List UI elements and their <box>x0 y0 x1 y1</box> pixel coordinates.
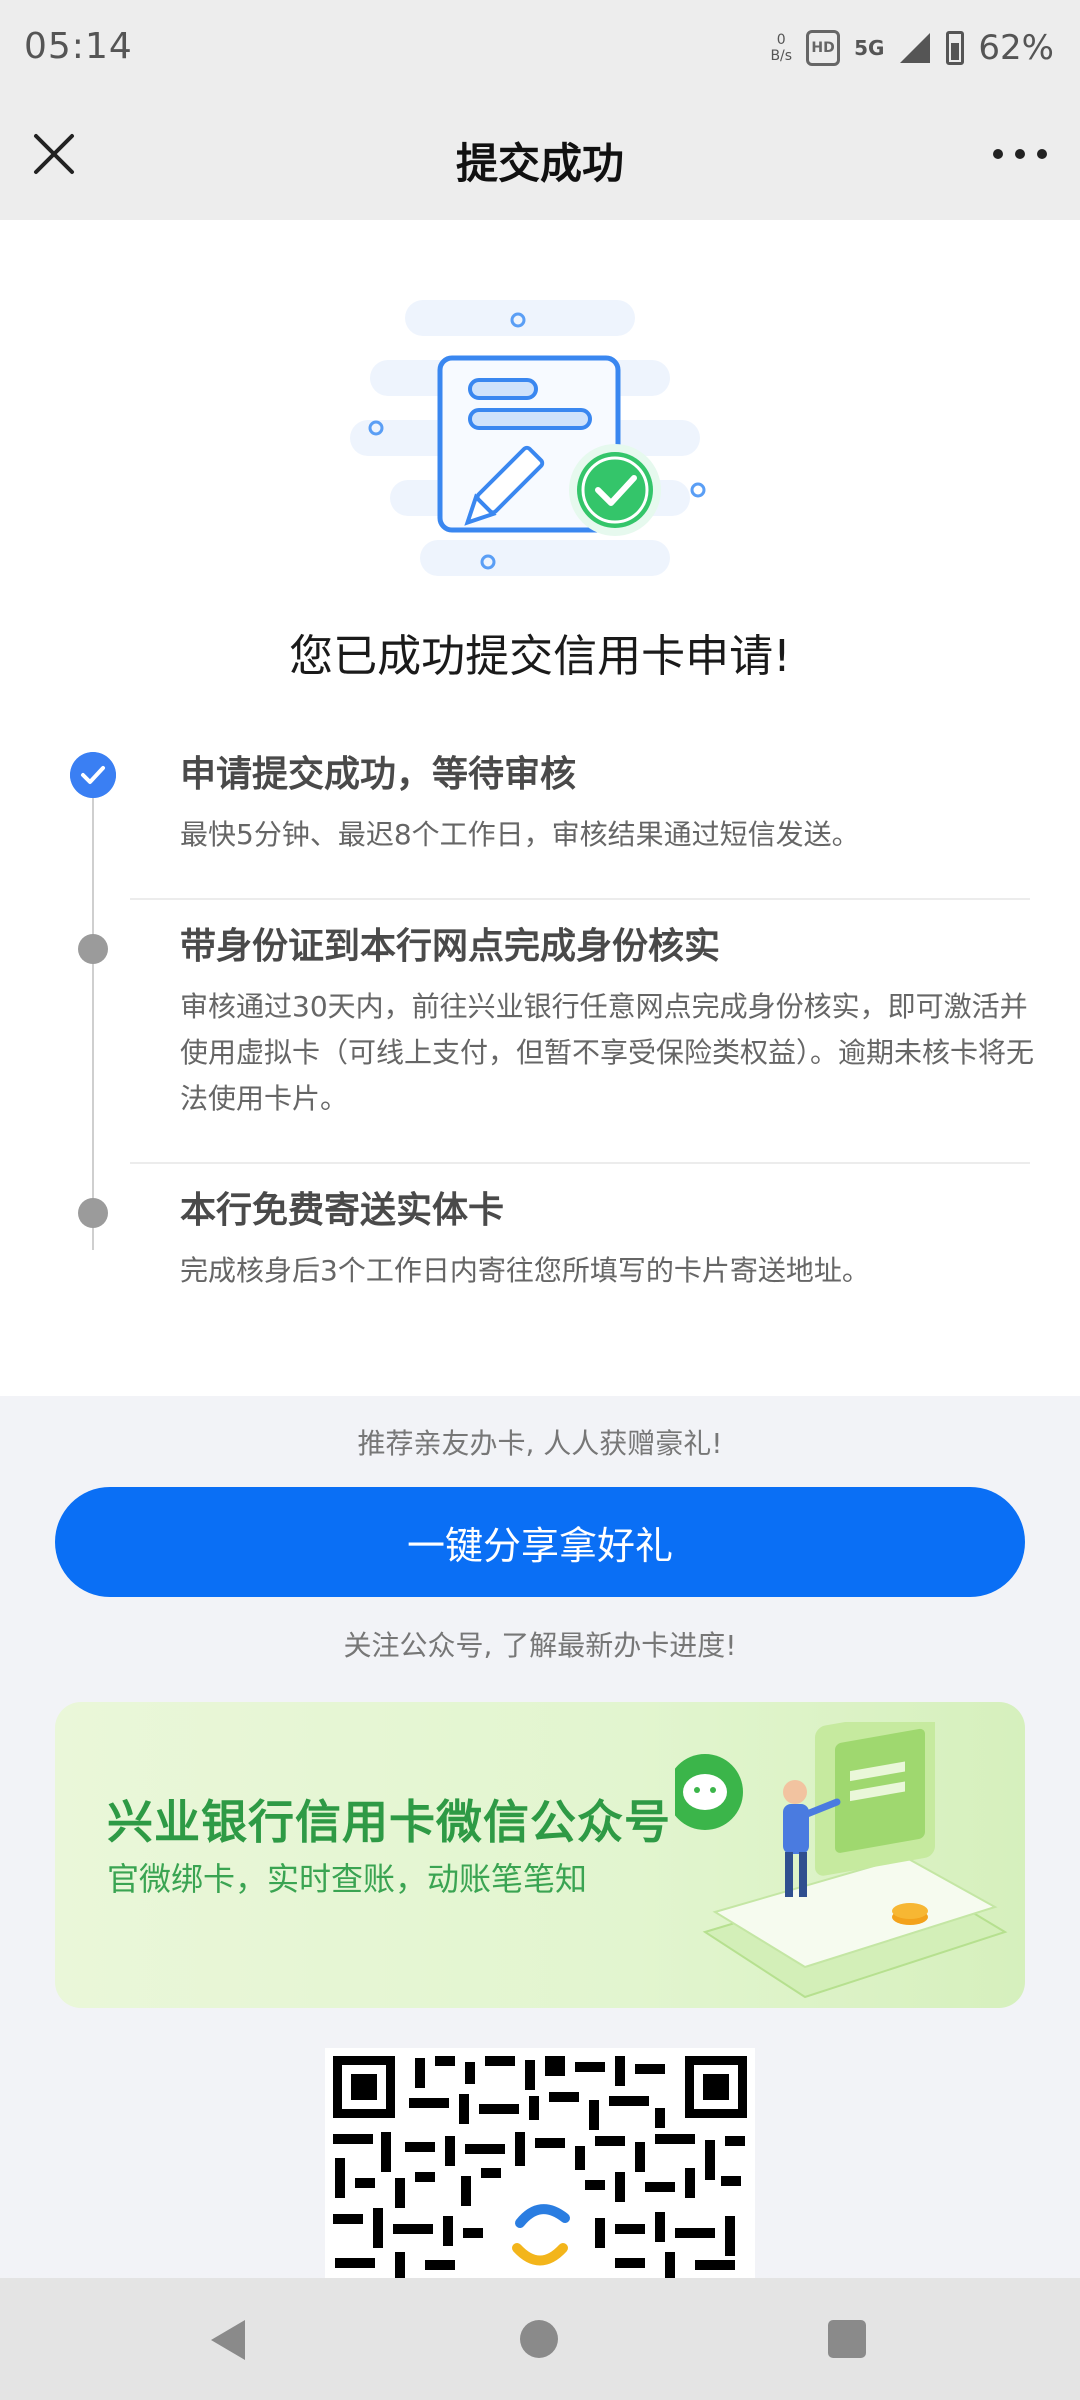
system-nav-bar <box>0 2278 1080 2400</box>
battery-icon <box>946 31 965 65</box>
status-time: 05:14 <box>24 26 133 67</box>
banner-illustration <box>675 1722 1008 1999</box>
battery-percent: 62% <box>978 28 1054 68</box>
step-desc: 审核通过30天内，前往兴业银行任意网点完成身份核实，即可激活并使用虚拟卡（可线上… <box>180 990 1035 1115</box>
hd-icon: HD <box>806 30 841 66</box>
signal-icon <box>900 33 931 63</box>
status-bar: 05:14 0 B/s HD 5G 62% <box>0 0 1080 100</box>
progress-steps: 申请提交成功，等待审核 最快5分钟、最迟8个工作日，审核结果通过短信发送。 带身… <box>0 750 1080 1324</box>
net-speed: 0 B/s <box>770 32 792 64</box>
check-circle-icon <box>70 752 116 798</box>
success-message: 您已成功提交信用卡申请! <box>289 631 791 682</box>
step-dot-icon <box>78 1198 108 1228</box>
nav-bar: 提交成功 <box>0 100 1080 220</box>
qr-code[interactable] <box>325 2048 755 2278</box>
banner-subtitle: 官微绑卡，实时查账，动账笔笔知 <box>107 1860 588 1898</box>
step-desc: 完成核身后3个工作日内寄往您所填写的卡片寄送地址。 <box>180 1254 870 1287</box>
recent-apps-icon[interactable] <box>828 2320 866 2358</box>
back-icon[interactable] <box>205 2316 251 2364</box>
banner-title: 兴业银行信用卡微信公众号 <box>107 1795 671 1849</box>
step-title: 带身份证到本行网点完成身份核实 <box>180 926 721 967</box>
step-desc: 最快5分钟、最迟8个工作日，审核结果通过短信发送。 <box>180 818 860 851</box>
follow-text: 关注公众号, 了解最新办卡进度! <box>343 1629 737 1662</box>
content-card: 您已成功提交信用卡申请! 申请提交成功，等待审核 最快5分钟、最迟8个工作日，审… <box>0 220 1080 1396</box>
net-speed-value: 0 <box>776 32 786 48</box>
step-item: 申请提交成功，等待审核 最快5分钟、最迟8个工作日，审核结果通过短信发送。 <box>0 750 1080 898</box>
more-icon[interactable] <box>990 144 1050 164</box>
status-icons: 0 B/s HD 5G 62% <box>770 28 1054 68</box>
net-speed-unit: B/s <box>770 48 793 64</box>
step-item: 本行免费寄送实体卡 完成核身后3个工作日内寄往您所填写的卡片寄送地址。 <box>0 1164 1080 1324</box>
step-dot-icon <box>78 934 108 964</box>
application-submitted-illustration <box>350 300 706 576</box>
home-icon[interactable] <box>520 2320 558 2358</box>
network-type: 5G <box>854 36 885 60</box>
wechat-account-banner[interactable]: 兴业银行信用卡微信公众号 官微绑卡，实时查账，动账笔笔知 <box>55 1702 1025 2008</box>
recommend-text: 推荐亲友办卡, 人人获赠豪礼! <box>357 1427 723 1460</box>
step-item: 带身份证到本行网点完成身份核实 审核通过30天内，前往兴业银行任意网点完成身份核… <box>0 900 1080 1162</box>
step-title: 申请提交成功，等待审核 <box>180 754 577 795</box>
page-title: 提交成功 <box>455 139 624 188</box>
share-button[interactable]: 一键分享拿好礼 <box>55 1487 1025 1597</box>
step-title: 本行免费寄送实体卡 <box>180 1190 505 1231</box>
